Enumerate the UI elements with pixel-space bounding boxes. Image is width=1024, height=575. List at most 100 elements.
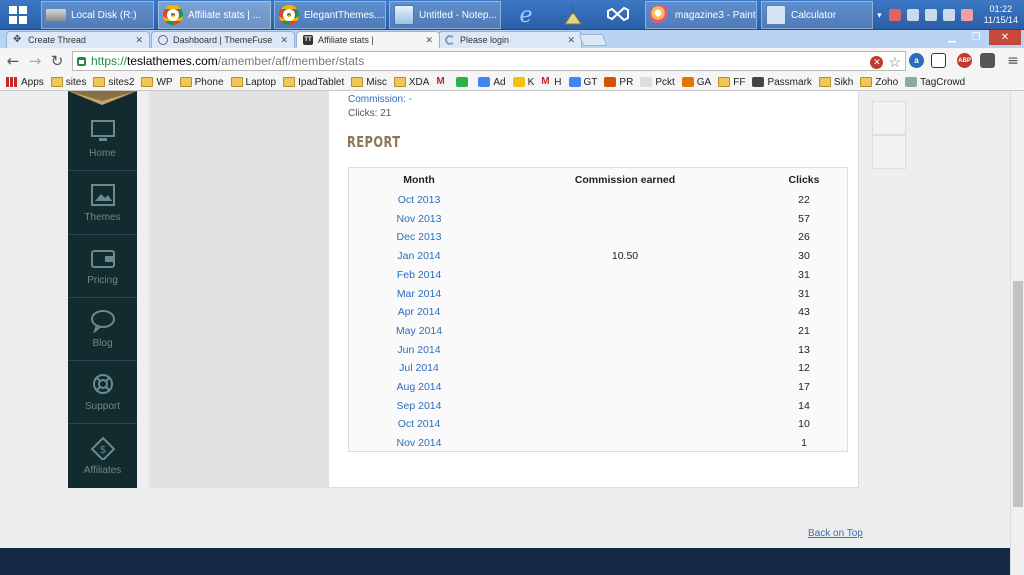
stop-icon[interactable]: ✕: [870, 56, 884, 69]
taskbar-item-local-disk[interactable]: Local Disk (R:): [41, 1, 154, 29]
volume-muted-icon[interactable]: [960, 9, 973, 21]
power-icon[interactable]: [924, 9, 937, 21]
bookmark-item[interactable]: sites: [50, 77, 86, 88]
adblock-icon[interactable]: ABP: [957, 53, 972, 68]
row-clicks: 31: [798, 287, 810, 300]
taskbar-item-chrome-elegant[interactable]: ElegantThemes....: [274, 1, 386, 29]
signal-icon[interactable]: [942, 9, 955, 21]
table-row: May 2014 21: [349, 321, 849, 340]
sidebar-item-themes[interactable]: Themes: [68, 172, 137, 235]
extension-cup-icon[interactable]: [980, 53, 995, 68]
table-row: Aug 2014 17: [349, 377, 849, 396]
bookmark-item[interactable]: Phone: [179, 77, 224, 88]
tab-close-icon[interactable]: ✕: [567, 35, 575, 46]
minimize-icon[interactable]: ▁: [942, 30, 962, 45]
scrollbar-thumb[interactable]: [1013, 281, 1023, 507]
bookmark-item[interactable]: Misc: [351, 77, 387, 88]
bookmark-item[interactable]: TagCrowd: [905, 77, 965, 88]
row-month: Oct 2014: [397, 418, 441, 431]
bookmark-item[interactable]: PR: [604, 77, 633, 88]
loading-spinner-icon: [445, 35, 455, 45]
bookmark-item[interactable]: Laptop: [230, 77, 276, 88]
bookmark-item[interactable]: GA: [681, 77, 711, 88]
bookmark-item[interactable]: Apps: [6, 77, 44, 88]
taskbar-item-notepad[interactable]: Untitled - Notep...: [389, 1, 501, 29]
sidebar-item-pricing[interactable]: Pricing: [68, 235, 137, 298]
bookmark-star-icon[interactable]: ☆: [888, 54, 901, 71]
reload-icon[interactable]: ↻: [48, 52, 66, 70]
bookmark-item[interactable]: WP: [141, 77, 173, 88]
bookmark-item[interactable]: K: [512, 77, 534, 88]
bookmark-label: H: [554, 76, 562, 88]
taskbar-item-chrome-affiliate[interactable]: Affiliate stats | ...: [158, 1, 271, 29]
sidebar-item-blog[interactable]: Blog: [68, 298, 137, 361]
report-table: Month Commission earned Clicks Oct 2013 2…: [348, 167, 848, 452]
folder-icon: [351, 77, 364, 87]
notepad-icon: [394, 5, 414, 25]
taskbar-clock[interactable]: 01:22 11/15/14: [984, 4, 1018, 26]
bookmark-item[interactable]: FF: [718, 77, 745, 88]
start-button[interactable]: [0, 0, 36, 30]
address-bar[interactable]: https://teslathemes.com/amember/aff/memb…: [72, 51, 906, 71]
row-commission: 10.50: [611, 250, 639, 263]
page-scrollbar[interactable]: [1010, 91, 1024, 575]
taskbar-item-label: Affiliate stats | ...: [188, 9, 261, 21]
bookmark-item[interactable]: Passmark: [752, 77, 812, 88]
taskbar-item-paint[interactable]: magazine3 - Paint: [645, 1, 757, 29]
tab-close-icon[interactable]: ✕: [280, 35, 288, 46]
sidebar-item-home[interactable]: Home: [68, 108, 137, 171]
bookmark-item[interactable]: Zoho: [860, 77, 898, 88]
battery-icon[interactable]: [906, 9, 919, 21]
bookmark-label: sites2: [108, 76, 135, 88]
tab-affiliate-stats[interactable]: TT Affiliate stats | ✕: [296, 31, 440, 48]
browser-toolbar: ← → ↻ https://teslathemes.com/amember/af…: [0, 48, 1024, 74]
sidebar-chevron-icon: [68, 91, 137, 105]
bookmark-item[interactable]: MH: [541, 77, 561, 88]
extension-a-icon[interactable]: a: [909, 53, 924, 68]
close-window-icon[interactable]: ✕: [989, 30, 1021, 45]
tray-app-icon[interactable]: [888, 9, 901, 21]
menu-hamburger-icon[interactable]: ≡: [1004, 52, 1022, 70]
internet-explorer-icon[interactable]: e: [509, 2, 543, 28]
tab-close-icon[interactable]: ✕: [135, 35, 143, 46]
bookmark-item[interactable]: IpadTablet: [283, 77, 344, 88]
taskbar-item-label: Untitled - Notep...: [419, 9, 497, 21]
back-arrow-icon[interactable]: ←: [4, 52, 22, 70]
bookmark-item[interactable]: Ad: [478, 77, 506, 88]
apps-grid-icon: [6, 77, 18, 87]
tab-title: Dashboard | ThemeFuse: [173, 35, 273, 45]
bookmark-label: Zoho: [875, 76, 899, 88]
row-month: Jul 2014: [399, 362, 439, 375]
forward-arrow-icon[interactable]: →: [26, 52, 44, 70]
bookmark-item[interactable]: sites2: [93, 77, 134, 88]
tray-overflow-chevron-icon[interactable]: ▾: [877, 10, 882, 21]
taskbar-item-calculator[interactable]: Calculator: [761, 1, 873, 29]
bookmark-item[interactable]: M: [436, 77, 449, 87]
extension-window-icon[interactable]: [931, 53, 946, 68]
sidebar-item-affiliates[interactable]: $ Affiliates: [68, 424, 137, 487]
clicks-summary: Clicks: 21: [348, 108, 392, 119]
cleaner-app-icon[interactable]: [556, 2, 590, 28]
sidebar-item-support[interactable]: Support: [68, 361, 137, 424]
bookmark-item[interactable]: Pckt: [640, 77, 675, 88]
gmail-icon: M: [541, 76, 550, 87]
tab-close-icon[interactable]: ✕: [425, 35, 433, 46]
url-scheme: https://: [91, 54, 128, 68]
restore-icon[interactable]: ❐: [966, 30, 986, 45]
row-month: May 2014: [395, 324, 443, 337]
new-tab-button[interactable]: [578, 34, 608, 46]
tab-title: Affiliate stats |: [318, 35, 374, 45]
row-month: Jan 2014: [397, 250, 441, 263]
visual-studio-icon[interactable]: [601, 2, 635, 28]
tab-please-login[interactable]: Please login ✕: [438, 31, 582, 48]
report-heading: REPORT: [347, 133, 401, 151]
vs-infinity-icon: [607, 6, 629, 22]
tab-create-thread[interactable]: ✥ Create Thread ✕: [6, 31, 150, 48]
bookmark-item[interactable]: [456, 77, 471, 87]
back-on-top-link[interactable]: Back on Top: [808, 528, 863, 539]
bookmark-item[interactable]: Sikh: [818, 77, 853, 88]
bookmark-item[interactable]: XDA: [393, 77, 429, 88]
bookmark-item[interactable]: GT: [568, 77, 597, 88]
tab-dashboard-themefuse[interactable]: Dashboard | ThemeFuse ✕: [151, 31, 295, 48]
right-widget-boxes: [872, 101, 906, 169]
